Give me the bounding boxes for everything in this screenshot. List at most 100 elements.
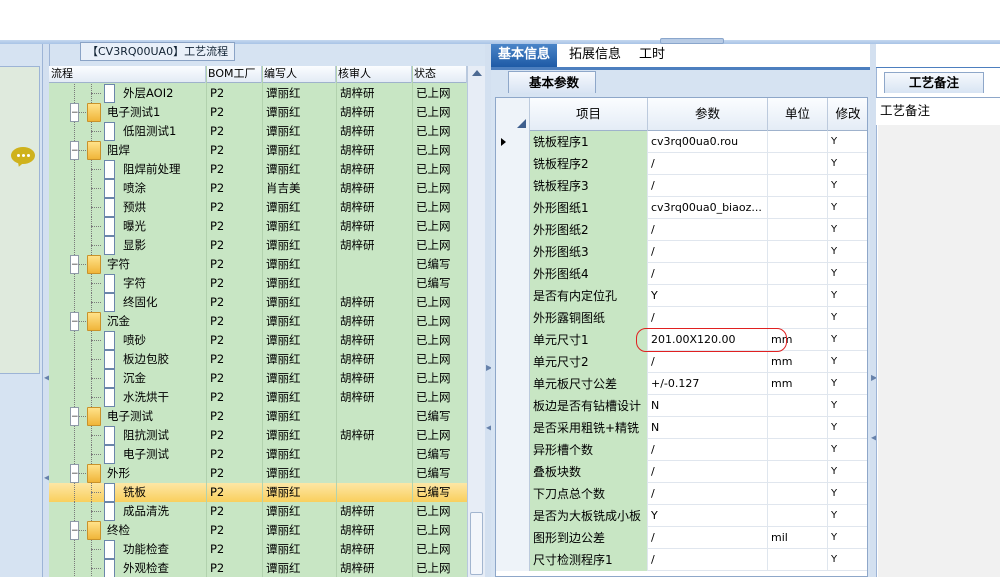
- row-header[interactable]: [496, 373, 530, 395]
- param-row[interactable]: 叠板块数 / Y: [496, 461, 867, 483]
- cell-modify[interactable]: Y: [828, 549, 867, 571]
- cell-modify[interactable]: Y: [828, 351, 867, 373]
- flow-row[interactable]: 沉金 P2 谭丽红 胡梓研 已上网: [49, 369, 467, 388]
- notes-tab[interactable]: 工艺备注: [884, 72, 984, 93]
- cell-modify[interactable]: Y: [828, 461, 867, 483]
- flow-row[interactable]: 外层AOI2 P2 谭丽红 胡梓研 已上网: [49, 84, 467, 103]
- cell-unit[interactable]: [768, 549, 828, 571]
- flow-row[interactable]: 电子测试 P2 谭丽红 已编写: [49, 445, 467, 464]
- col-header-bom[interactable]: BOM工厂: [206, 66, 262, 83]
- collapse-toggle-icon[interactable]: −: [70, 312, 79, 331]
- row-header[interactable]: [496, 483, 530, 505]
- row-header[interactable]: [496, 395, 530, 417]
- cell-unit[interactable]: [768, 439, 828, 461]
- cell-modify[interactable]: Y: [828, 219, 867, 241]
- cell-modify[interactable]: Y: [828, 439, 867, 461]
- cell-unit[interactable]: [768, 285, 828, 307]
- param-row[interactable]: 异形槽个数 / Y: [496, 439, 867, 461]
- flow-row[interactable]: 铣板 P2 谭丽红 已编写: [49, 483, 467, 502]
- cell-unit[interactable]: [768, 197, 828, 219]
- tab-extended-info[interactable]: 拓展信息: [562, 44, 628, 67]
- row-header[interactable]: [496, 219, 530, 241]
- row-header[interactable]: [496, 417, 530, 439]
- flow-grid[interactable]: 流程 BOM工厂 编写人 核审人 状态 外层AOI2 P2 谭丽红 胡梓研 已上网 − 电子…: [49, 66, 467, 577]
- flow-row[interactable]: 阻抗测试 P2 谭丽红 胡梓研 已上网: [49, 426, 467, 445]
- flow-row[interactable]: − 电子测试 P2 谭丽红 已编写: [49, 407, 467, 426]
- cell-unit[interactable]: [768, 483, 828, 505]
- cell-unit[interactable]: [768, 131, 828, 153]
- flow-row[interactable]: 阻焊前处理 P2 谭丽红 胡梓研 已上网: [49, 160, 467, 179]
- flow-row[interactable]: − 电子测试1 P2 谭丽红 胡梓研 已上网: [49, 103, 467, 122]
- collapse-toggle-icon[interactable]: −: [70, 103, 79, 122]
- col-header-item[interactable]: 项目: [530, 98, 648, 131]
- cell-param[interactable]: /: [648, 175, 768, 197]
- cell-param[interactable]: /: [648, 483, 768, 505]
- subtab-basic-params[interactable]: 基本参数: [508, 71, 596, 93]
- col-header-modify[interactable]: 修改: [828, 98, 867, 131]
- cell-unit[interactable]: [768, 175, 828, 197]
- cell-param[interactable]: /: [648, 263, 768, 285]
- row-header[interactable]: [496, 307, 530, 329]
- collapse-toggle-icon[interactable]: −: [70, 255, 79, 274]
- param-row[interactable]: 下刀点总个数 / Y: [496, 483, 867, 505]
- cell-unit[interactable]: [768, 505, 828, 527]
- cell-modify[interactable]: Y: [828, 131, 867, 153]
- chat-bubble-icon[interactable]: [11, 147, 35, 164]
- row-header[interactable]: [496, 351, 530, 373]
- col-header-param[interactable]: 参数: [648, 98, 768, 131]
- flow-grid-scrollbar[interactable]: [467, 66, 485, 577]
- flow-row[interactable]: − 阻焊 P2 谭丽红 胡梓研 已上网: [49, 141, 467, 160]
- flow-row[interactable]: 喷涂 P2 肖吉美 胡梓研 已上网: [49, 179, 467, 198]
- cell-param[interactable]: cv3rq00ua0.rou: [648, 131, 768, 153]
- row-header[interactable]: [496, 461, 530, 483]
- cell-param[interactable]: /: [648, 153, 768, 175]
- col-header-flow[interactable]: 流程: [49, 66, 206, 83]
- scroll-up-icon[interactable]: [472, 70, 482, 76]
- param-row[interactable]: 单元尺寸2/mm Y: [496, 351, 867, 373]
- collapse-toggle-icon[interactable]: −: [70, 464, 79, 483]
- cell-unit[interactable]: [768, 461, 828, 483]
- select-all-corner[interactable]: [496, 98, 530, 131]
- cell-modify[interactable]: Y: [828, 307, 867, 329]
- cell-unit[interactable]: [768, 241, 828, 263]
- row-header[interactable]: [496, 439, 530, 461]
- cell-unit[interactable]: mm: [768, 373, 828, 395]
- cell-modify[interactable]: Y: [828, 153, 867, 175]
- cell-modify[interactable]: Y: [828, 197, 867, 219]
- collapse-toggle-icon[interactable]: −: [70, 407, 79, 426]
- cell-param[interactable]: Y: [648, 505, 768, 527]
- param-row[interactable]: 铣板程序3/ Y: [496, 175, 867, 197]
- cell-unit[interactable]: [768, 153, 828, 175]
- flow-row[interactable]: 成品清洗 P2 谭丽红 胡梓研 已上网: [49, 502, 467, 521]
- col-header-reviewer[interactable]: 核审人: [336, 66, 412, 83]
- cell-param[interactable]: /: [648, 219, 768, 241]
- flow-row[interactable]: − 终检 P2 谭丽红 胡梓研 已上网: [49, 521, 467, 540]
- row-header[interactable]: [496, 329, 530, 351]
- param-row[interactable]: 单元板尺寸公差 +/-0.127 mm Y: [496, 373, 867, 395]
- cell-param[interactable]: /: [648, 241, 768, 263]
- row-header[interactable]: [496, 241, 530, 263]
- cell-modify[interactable]: Y: [828, 417, 867, 439]
- cell-unit[interactable]: mm: [768, 351, 828, 373]
- flow-row[interactable]: 曝光 P2 谭丽红 胡梓研 已上网: [49, 217, 467, 236]
- row-header[interactable]: [496, 285, 530, 307]
- cell-unit[interactable]: [768, 307, 828, 329]
- param-row[interactable]: 外形图纸2/ Y: [496, 219, 867, 241]
- param-row[interactable]: 图形到边公差 / mil Y: [496, 527, 867, 549]
- cell-param[interactable]: Y: [648, 285, 768, 307]
- cell-modify[interactable]: Y: [828, 483, 867, 505]
- col-header-unit[interactable]: 单位: [768, 98, 828, 131]
- cell-modify[interactable]: Y: [828, 263, 867, 285]
- flow-row[interactable]: − 字符 P2 谭丽红 已编写: [49, 255, 467, 274]
- flow-row[interactable]: 功能检查 P2 谭丽红 胡梓研 已上网: [49, 540, 467, 559]
- cell-param[interactable]: N: [648, 395, 768, 417]
- param-row[interactable]: 外形图纸3/ Y: [496, 241, 867, 263]
- cell-param[interactable]: /: [648, 439, 768, 461]
- row-header[interactable]: [496, 197, 530, 219]
- cell-modify[interactable]: Y: [828, 175, 867, 197]
- param-row[interactable]: 板边是否有钻槽设计 N Y: [496, 395, 867, 417]
- col-header-status[interactable]: 状态: [412, 66, 467, 83]
- row-header[interactable]: [496, 505, 530, 527]
- cell-param[interactable]: +/-0.127: [648, 373, 768, 395]
- cell-modify[interactable]: Y: [828, 505, 867, 527]
